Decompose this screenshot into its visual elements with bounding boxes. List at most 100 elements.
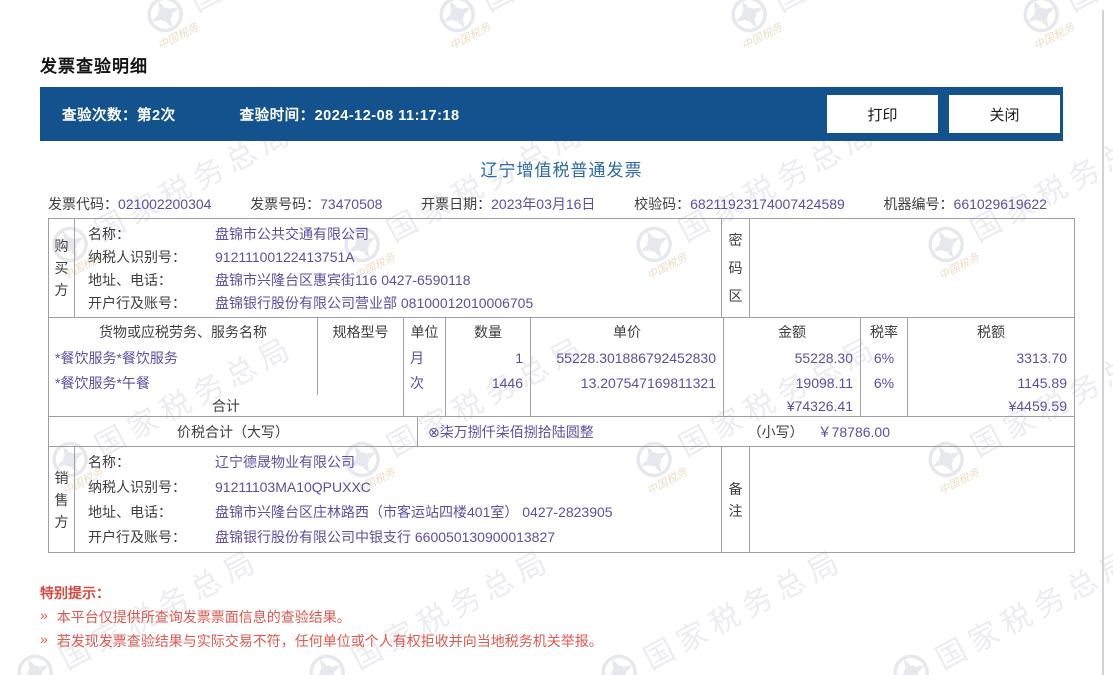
seller-side-label: 销售方 (54, 469, 69, 530)
items-total-rate-empty (861, 395, 908, 416)
verification-header-bar: 查验次数：第2次 查验时间：2024-12-08 11:17:18 打印 关闭 (40, 87, 1063, 141)
scrollbar[interactable] (1102, 10, 1104, 675)
item-row-spec (318, 345, 404, 370)
watermark-tile: 中国税务国家税务总局 (439, 0, 712, 53)
invoice-date: 开票日期：2023年03月16日 (421, 196, 596, 212)
watermark-subtext: 中国税务 (739, 21, 785, 53)
tax-emblem-icon: 中国税务 (1015, 0, 1076, 53)
password-area-label: 密码区 (728, 232, 743, 304)
check-time-label: 查验时间： (239, 107, 315, 124)
buyer-bank-row: 开户行及账号： 盘锦银行股份有限公司营业部 08100012010006705 (88, 294, 534, 311)
notice-text: 若发现发票查验结果与实际交易不符，任何单位或个人有权拒收并向当地税务机关举报。 (56, 633, 603, 649)
buyer-side-cell: 购买方 (49, 219, 75, 317)
tax-emblem-icon: 中国税务 (139, 0, 200, 53)
watermark-subtext: 中国税务 (155, 21, 201, 53)
watermark-tile: 中国税务国家税务总局 (309, 543, 582, 675)
invoice-title: 辽宁增值税普通发票 (480, 161, 643, 180)
tax-emblem-icon: 中国税务 (723, 0, 784, 53)
buyer-section: 购买方 名称： 盘锦市公共交通有限公司 纳税人识别号： 91211100122413… (48, 218, 1075, 318)
items-total-price-empty (531, 395, 724, 416)
items-table: 货物或应税劳务、服务名称 规格型号 单位 数量 单价 金额 税率 税额 *餐饮服… (48, 317, 1075, 417)
grand-total-content: ⊗柒万捌仟柒佰捌拾陆圆整 （小写） ￥78786.00 (418, 417, 1075, 446)
watermark-tile: 中国税务国家税务总局 (601, 543, 874, 675)
check-count-value: 第2次 (137, 107, 176, 124)
item-row-rate: 6% (861, 370, 908, 395)
watermark-text: 国家税务总局 (764, 0, 981, 20)
page-title: 发票查验明细 (40, 57, 148, 76)
special-notice-title: 特别提示： (40, 585, 110, 601)
watermark-text: 国家税务总局 (54, 543, 267, 675)
notice-text: 本平台仅提供所查询发票票面信息的查验结果。 (56, 609, 351, 625)
item-row-price: 55228.301886792452830 (531, 345, 724, 370)
buyer-side-label: 购买方 (54, 238, 69, 298)
item-row-tax: 3313.70 (1016, 349, 1067, 366)
tax-emblem-icon: 中国税务 (431, 0, 492, 53)
watermark-text: 国家税务总局 (638, 543, 851, 675)
grand-total-small-value: ￥78786.00 (817, 423, 890, 440)
item-row-amount: 55228.30 (724, 345, 861, 370)
watermark-tile: 中国税务国家税务总局 (147, 0, 420, 53)
seller-fields: 名称： 辽宁德晟物业有限公司 纳税人识别号： 91211103MA10QPUXXC … (75, 447, 722, 552)
watermark-text: 国家税务总局 (180, 0, 397, 20)
invoice-verification-page: 中国税务国家税务总局中国税务国家税务总局中国税务国家税务总局中国税务国家税务总局… (0, 0, 1113, 675)
tax-emblem-icon: 中国税务 (301, 647, 352, 675)
buyer-taxid-row: 纳税人识别号： 91211100122413751A (88, 248, 355, 265)
invoice-number: 发票号码：73470508 (250, 196, 383, 212)
check-count-label: 查验次数： (62, 107, 137, 124)
item-row-name: *餐饮服务*午餐 (49, 370, 318, 395)
col-header-unit: 单位 (404, 318, 446, 345)
check-time-value: 2024-12-08 11:17:18 (314, 107, 460, 124)
seller-side-cell: 销售方 (49, 447, 75, 552)
notice-line: » 本平台仅提供所查询发票票面信息的查验结果。 (40, 607, 351, 627)
item-row-qty: 1 (446, 345, 531, 370)
check-time: 查验时间：2024-12-08 11:17:18 (240, 104, 460, 125)
watermark-text: 国家税务总局 (1056, 0, 1113, 20)
grand-total-small-group: （小写） ￥78786.00 (748, 422, 890, 442)
col-header-name: 货物或应税劳务、服务名称 (49, 318, 318, 345)
grand-total-label: 价税合计（大写） (49, 417, 418, 446)
close-button[interactable]: 关闭 (949, 95, 1060, 133)
watermark-tile: 中国税务国家税务总局 (17, 543, 290, 675)
grand-total-capital: ⊗柒万捌仟柒佰捌拾陆圆整 (428, 423, 594, 440)
items-total-amount: ¥74326.41 (724, 395, 861, 416)
buyer-fields: 名称： 盘锦市公共交通有限公司 纳税人识别号： 91211100122413751A… (75, 219, 722, 317)
col-header-rate: 税率 (861, 318, 908, 345)
items-total-label: 合计 (49, 395, 404, 416)
item-row-qty: 1446 (446, 370, 531, 395)
bullet-icon: » (40, 631, 48, 647)
col-header-amount: 金额 (724, 318, 861, 345)
col-header-price: 单价 (531, 318, 724, 345)
seller-section: 销售方 名称： 辽宁德晟物业有限公司 纳税人识别号： 91211103MA10QPU… (48, 446, 1075, 553)
grand-total-row: 价税合计（大写） ⊗柒万捌仟柒佰捌拾陆圆整 （小写） ￥78786.00 (48, 416, 1075, 447)
watermark-tile: 中国税务国家税务总局 (731, 0, 1004, 53)
buyer-address-row: 地址、电话： 盘锦市兴隆台区惠宾街116 0427-6590118 (88, 271, 471, 288)
password-area (750, 219, 1076, 317)
check-count: 查验次数：第2次 (62, 104, 176, 125)
tax-emblem-icon: 中国税务 (9, 647, 60, 675)
print-button[interactable]: 打印 (827, 95, 938, 133)
invoice-meta-row: 发票代码：021002200304 发票号码：73470508 开票日期：202… (48, 194, 1075, 214)
watermark-text: 国家税务总局 (472, 0, 689, 20)
remark-area (750, 447, 1076, 552)
notice-line: » 若发现发票查验结果与实际交易不符，任何单位或个人有权拒收并向当地税务机关举报… (40, 631, 603, 651)
watermark-text: 国家税务总局 (930, 543, 1113, 675)
machine-number: 机器编号：661029619622 (883, 196, 1047, 212)
invoice-code: 发票代码：021002200304 (48, 196, 212, 212)
col-header-qty: 数量 (446, 318, 531, 345)
seller-taxid-row: 纳税人识别号： 91211103MA10QPUXXC (88, 479, 371, 496)
item-row-tax: 1145.89 (1017, 374, 1067, 391)
item-row-rate: 6% (861, 345, 908, 370)
item-row-name: *餐饮服务*餐饮服务 (49, 345, 318, 370)
seller-name-row: 名称： 辽宁德晟物业有限公司 (88, 454, 355, 471)
remark-label-cell: 备注 (722, 447, 750, 552)
remark-area-label: 备注 (728, 480, 743, 519)
item-row-unit: 次 (404, 370, 446, 395)
items-total-qty-empty (446, 395, 531, 416)
col-header-tax: 税额 (977, 323, 1005, 340)
header-buttons: 打印 关闭 (827, 95, 1060, 133)
item-row-unit: 月 (404, 345, 446, 370)
seller-bank-row: 开户行及账号： 盘锦银行股份有限公司中银支行 660050130900013827 (88, 528, 556, 545)
items-total-tax: ¥4459.59 (1008, 397, 1067, 414)
grand-total-small-label: （小写） (747, 423, 804, 440)
watermark-text: 国家税务总局 (346, 543, 559, 675)
